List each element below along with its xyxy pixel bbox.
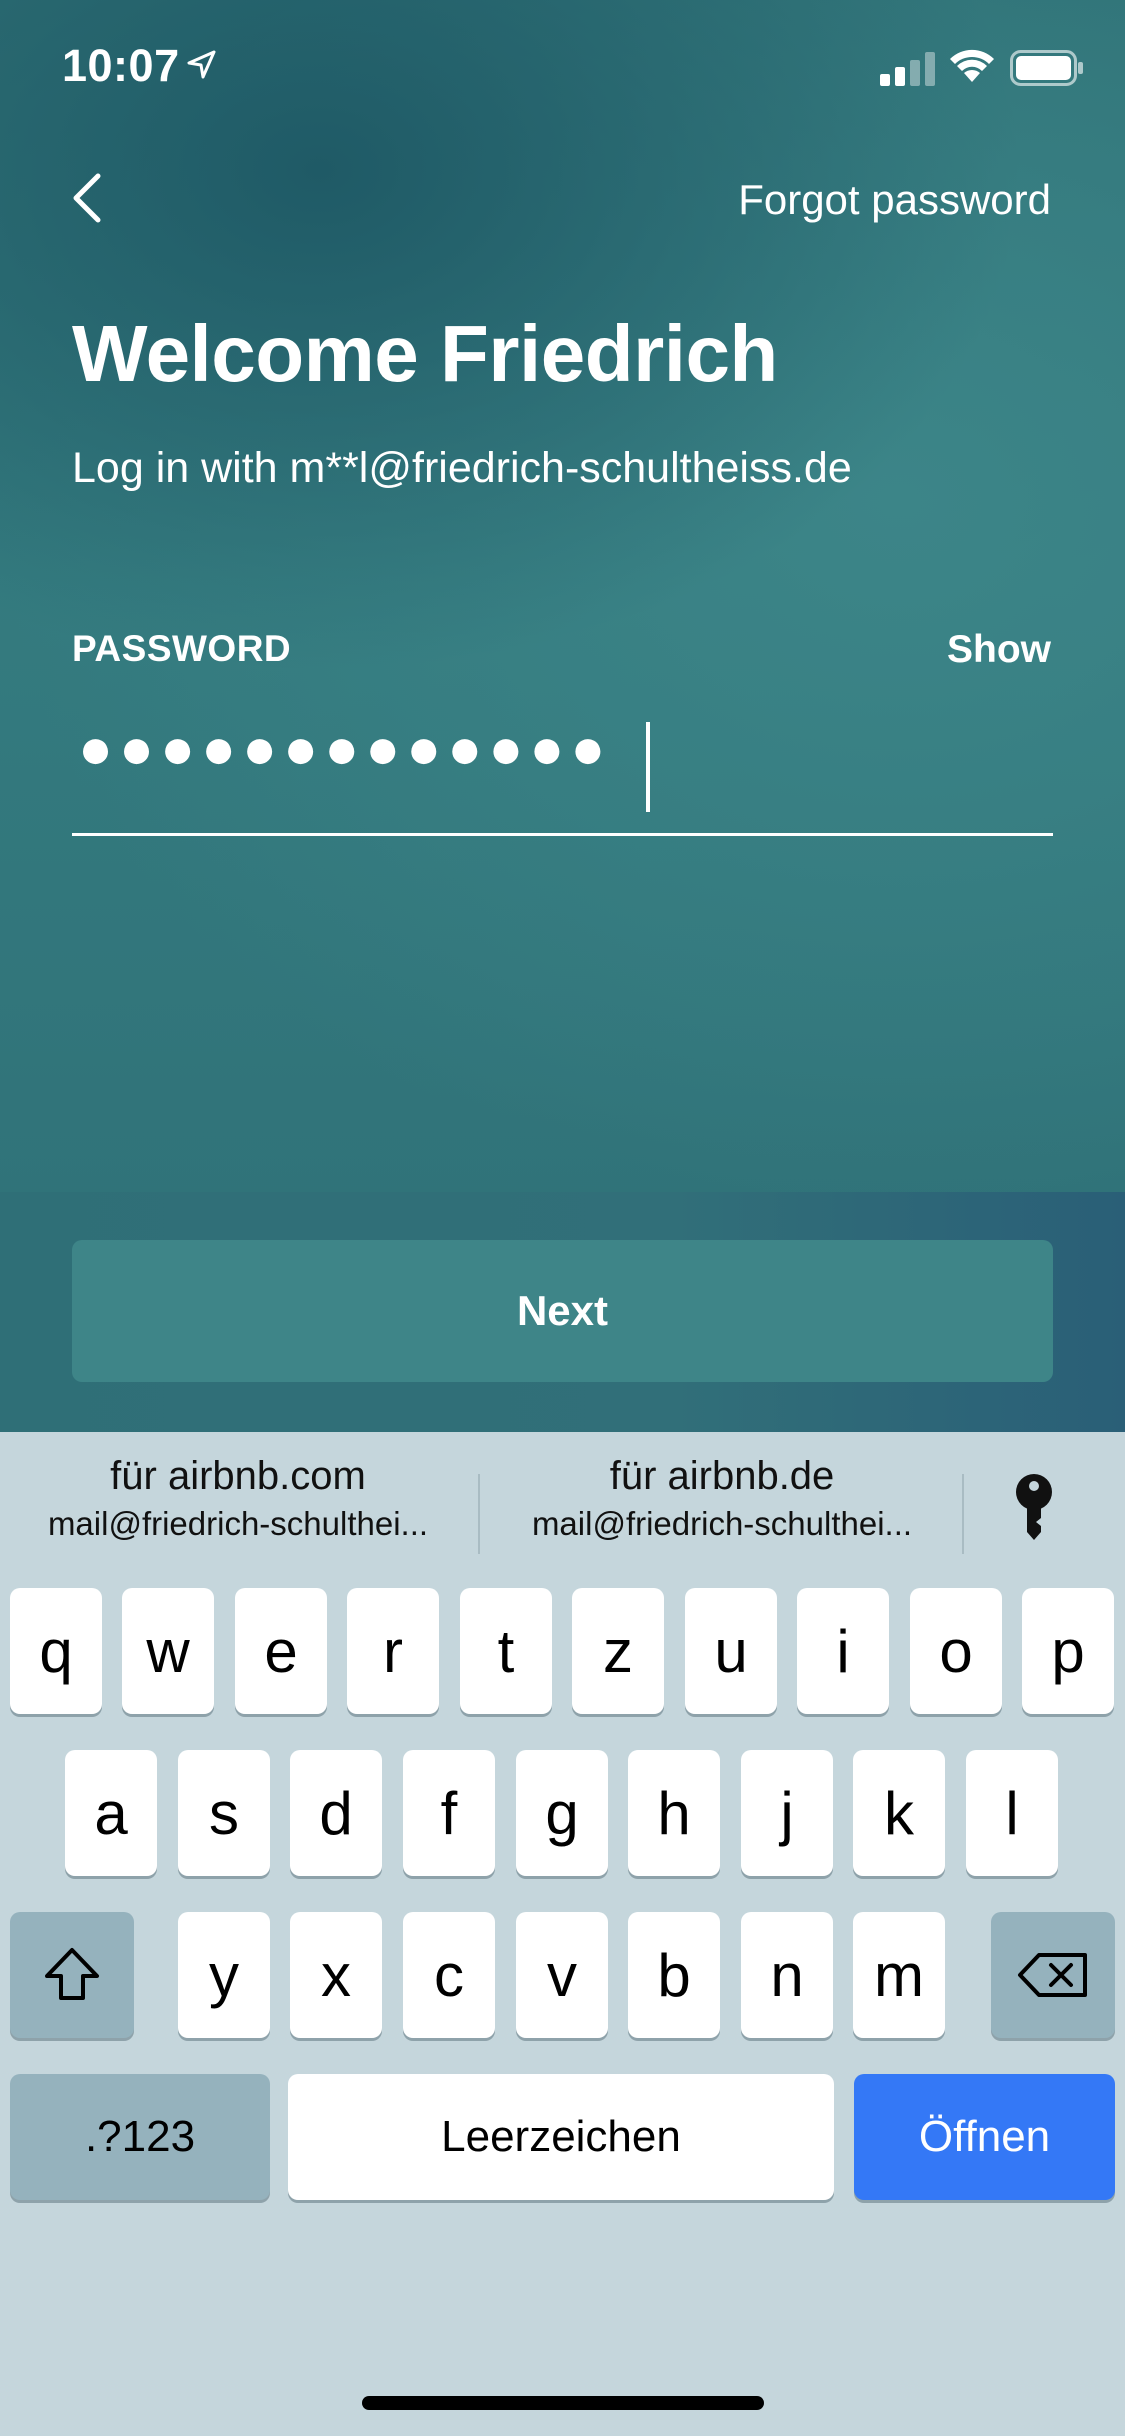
space-key[interactable]: Leerzeichen <box>288 2074 834 2200</box>
password-field[interactable]: ●●●●●●●●●●●●● <box>72 712 1053 836</box>
chevron-left-icon <box>73 173 101 223</box>
show-password-toggle[interactable]: Show <box>947 628 1051 672</box>
status-bar: 10:07 <box>0 0 1125 132</box>
passwords-key-icon[interactable] <box>1012 1472 1056 1547</box>
key-r[interactable]: r <box>347 1588 439 1714</box>
open-key[interactable]: Öffnen <box>854 2074 1115 2200</box>
home-indicator[interactable] <box>362 2396 764 2410</box>
key-y[interactable]: y <box>178 1912 270 2038</box>
back-button[interactable] <box>70 168 130 228</box>
key-m[interactable]: m <box>853 1912 945 2038</box>
key-t[interactable]: t <box>460 1588 552 1714</box>
key-i[interactable]: i <box>797 1588 889 1714</box>
shift-arrow-icon <box>45 1948 99 2000</box>
suggestion-divider <box>962 1474 964 1554</box>
key-q[interactable]: q <box>10 1588 102 1714</box>
key-x[interactable]: x <box>290 1912 382 2038</box>
key-d[interactable]: d <box>290 1750 382 1876</box>
suggestion-account: mail@friedrich-schulthei... <box>531 1505 913 1542</box>
location-arrow-icon <box>186 50 216 85</box>
next-button[interactable]: Next <box>72 1240 1053 1382</box>
key-e[interactable]: e <box>235 1588 327 1714</box>
key-n[interactable]: n <box>741 1912 833 2038</box>
password-label: PASSWORD <box>72 628 292 669</box>
key-s[interactable]: s <box>178 1750 270 1876</box>
key-k[interactable]: k <box>853 1750 945 1876</box>
status-time: 10:07 <box>62 40 180 91</box>
key-p[interactable]: p <box>1022 1588 1114 1714</box>
password-suggestion-airbnb-com[interactable]: für airbnb.com mail@friedrich-schulthei.… <box>0 1432 476 1580</box>
key-f[interactable]: f <box>403 1750 495 1876</box>
delete-key[interactable] <box>991 1912 1115 2038</box>
login-screen: 10:07 Forgot password Welcome Friedrich … <box>0 0 1125 1432</box>
key-j[interactable]: j <box>741 1750 833 1876</box>
page-subtitle: Log in with m**l@friedrich-schultheiss.d… <box>72 444 852 492</box>
numbers-key[interactable]: .?123 <box>10 2074 270 2200</box>
key-g[interactable]: g <box>516 1750 608 1876</box>
page-title: Welcome Friedrich <box>72 309 778 398</box>
password-masked-value: ●●●●●●●●●●●●● <box>78 716 612 781</box>
wifi-icon <box>948 48 996 89</box>
backspace-icon <box>1018 1953 1087 1997</box>
key-b[interactable]: b <box>628 1912 720 2038</box>
battery-icon <box>1010 50 1084 91</box>
key-h[interactable]: h <box>628 1750 720 1876</box>
keyboard: für airbnb.com mail@friedrich-schulthei.… <box>0 1432 1125 2436</box>
forgot-password-link[interactable]: Forgot password <box>738 176 1051 224</box>
key-u[interactable]: u <box>685 1588 777 1714</box>
key-z[interactable]: z <box>572 1588 664 1714</box>
key-o[interactable]: o <box>910 1588 1002 1714</box>
key-w[interactable]: w <box>122 1588 214 1714</box>
key-a[interactable]: a <box>65 1750 157 1876</box>
key-l[interactable]: l <box>966 1750 1058 1876</box>
text-caret <box>646 722 650 812</box>
key-v[interactable]: v <box>516 1912 608 2038</box>
suggestion-divider <box>478 1474 480 1554</box>
cellular-signal-icon <box>880 52 936 91</box>
password-suggestion-airbnb-de[interactable]: für airbnb.de mail@friedrich-schulthei..… <box>484 1432 960 1580</box>
shift-key[interactable] <box>10 1912 134 2038</box>
suggestion-title: für airbnb.com <box>110 1454 366 1498</box>
suggestion-account: mail@friedrich-schulthei... <box>47 1505 429 1542</box>
key-c[interactable]: c <box>403 1912 495 2038</box>
suggestion-title: für airbnb.de <box>609 1454 835 1498</box>
